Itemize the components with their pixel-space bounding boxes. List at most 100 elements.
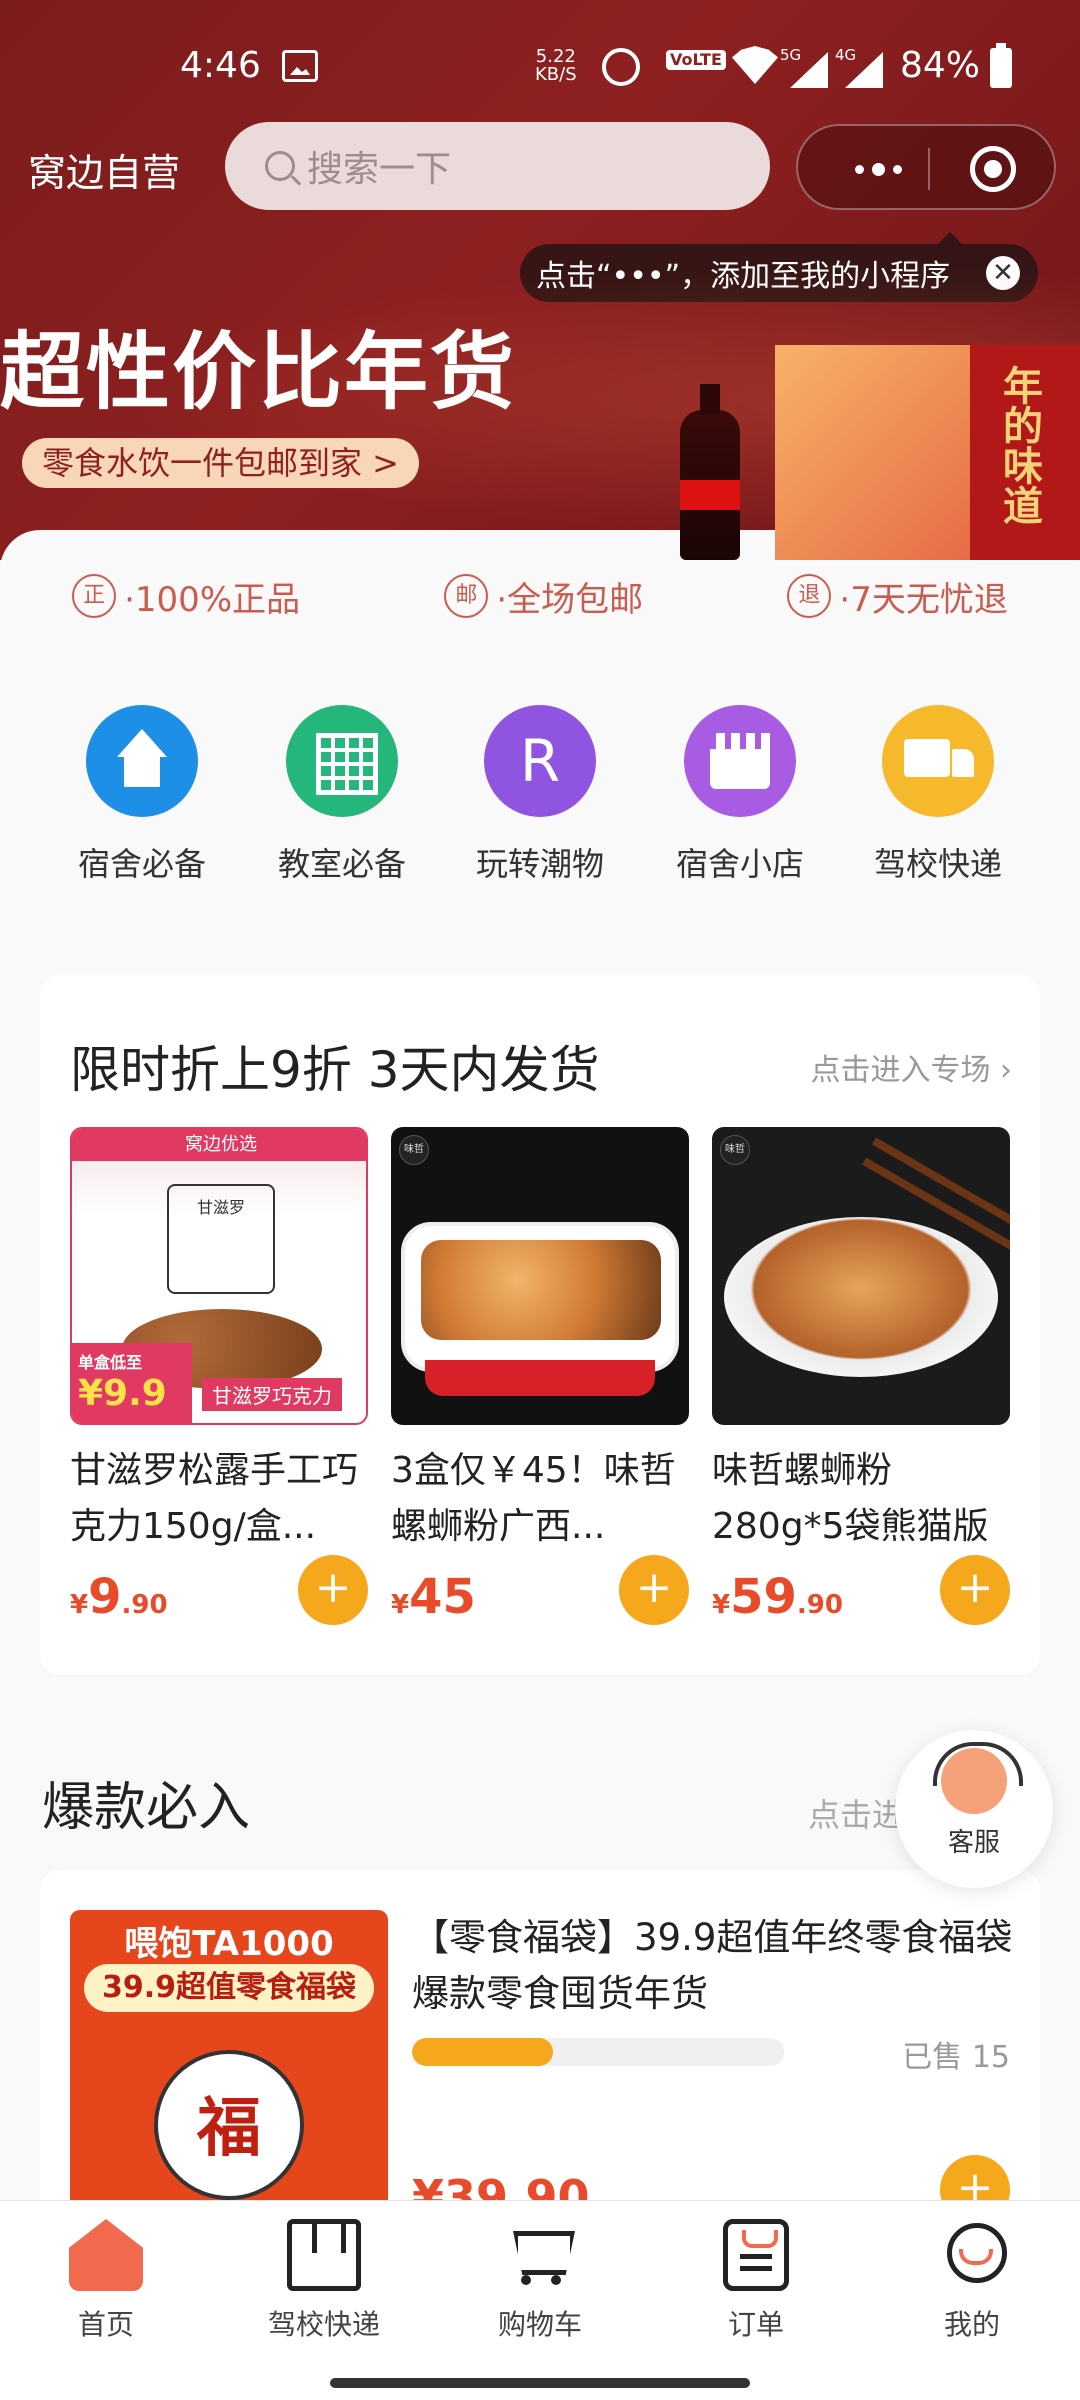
customer-service-label: 客服 bbox=[947, 1828, 1000, 1858]
image-subline: 39.9超值零食福袋 bbox=[84, 1964, 374, 2012]
tab-orders[interactable]: 订单 bbox=[656, 2219, 856, 2343]
net-speed-unit: KB/S bbox=[535, 64, 577, 85]
add-to-cart-button[interactable]: + bbox=[619, 1555, 689, 1625]
close-icon[interactable]: ✕ bbox=[986, 256, 1020, 290]
headset-avatar-icon bbox=[933, 1742, 1023, 1814]
flash-sale-more-link[interactable]: 点击进入专场 › bbox=[810, 1045, 1012, 1089]
sold-count: 已售 15 bbox=[902, 2040, 1010, 2075]
product-image: 窝边优选 甘滋罗 单盒低至 ¥9.9 甘滋罗巧克力 bbox=[70, 1127, 368, 1425]
net-speed: 5.22 KB/S bbox=[535, 48, 577, 84]
guarantee-free-shipping: 邮 ·全场包邮 bbox=[444, 572, 643, 621]
order-icon bbox=[723, 2219, 789, 2291]
tip-text: 点击“•••”，添加至我的小程序 bbox=[536, 259, 951, 294]
building-icon bbox=[286, 705, 398, 817]
category-trendy[interactable]: R 玩转潮物 bbox=[450, 705, 630, 885]
cart-icon bbox=[503, 2219, 577, 2291]
home-indicator[interactable] bbox=[330, 2378, 750, 2388]
signal-5g-label: 5G bbox=[780, 46, 802, 64]
category-label: 宿舍必备 bbox=[77, 845, 206, 883]
price-decimal: .90 bbox=[121, 1590, 168, 1620]
product-card[interactable]: 味哲 3盒仅￥45！味哲螺蛳粉广西... ¥45 + bbox=[391, 1127, 689, 1625]
tab-label: 订单 bbox=[727, 2308, 784, 2341]
tab-me[interactable]: 我的 bbox=[872, 2219, 1072, 2343]
guarantee-label: ·全场包邮 bbox=[496, 579, 644, 620]
house-icon bbox=[86, 705, 198, 817]
capsule-divider bbox=[928, 148, 930, 190]
home-icon bbox=[69, 2219, 143, 2291]
category-classroom-essentials[interactable]: 教室必备 bbox=[252, 705, 432, 885]
product-name: 味哲螺蛳粉280g*5袋熊猫版 普... bbox=[712, 1450, 989, 1547]
product-image-tag: 窝边优选 bbox=[72, 1129, 366, 1161]
currency-symbol: ¥ bbox=[712, 1590, 731, 1620]
r-icon: R bbox=[484, 705, 596, 817]
tab-label: 首页 bbox=[77, 2308, 134, 2341]
sales-progress-bar bbox=[412, 2038, 784, 2066]
gift-box-text: 年的味道 bbox=[996, 365, 1042, 525]
guarantee-authentic: 正 ·100%正品 bbox=[72, 572, 300, 621]
wifi-icon bbox=[732, 46, 778, 84]
tab-cart[interactable]: 购物车 bbox=[440, 2219, 640, 2343]
price-int: 45 bbox=[409, 1569, 476, 1625]
currency-symbol: ¥ bbox=[70, 1590, 89, 1620]
sales-progress-fill bbox=[412, 2038, 554, 2066]
image-headline: 喂饱TA1000 bbox=[124, 1924, 334, 1964]
chevron-right-icon: › bbox=[1000, 1053, 1012, 1088]
brand-logo: 味哲 bbox=[720, 1135, 750, 1165]
banner-title: 超性价比年货 bbox=[0, 323, 517, 421]
authentic-icon: 正 bbox=[72, 574, 117, 618]
category-dorm-shop[interactable]: 宿舍小店 bbox=[650, 705, 830, 885]
volte-icon: VoLTE bbox=[666, 50, 726, 70]
category-driving-school-express[interactable]: 驾校快递 bbox=[848, 705, 1028, 885]
tab-home[interactable]: 首页 bbox=[6, 2219, 206, 2343]
hot-product-card[interactable]: 喂饱TA1000 39.9超值零食福袋 福 【零食福袋】39.9超值年终零食福袋… bbox=[40, 1870, 1040, 2225]
noodle-tray-image bbox=[401, 1222, 679, 1396]
product-image: 味哲 bbox=[391, 1127, 689, 1425]
category-label: 教室必备 bbox=[277, 845, 406, 883]
category-dorm-essentials[interactable]: 宿舍必备 bbox=[52, 705, 232, 885]
banner-subtitle[interactable]: 零食水饮一件包邮到家 > bbox=[22, 438, 419, 488]
tab-driving-school-express[interactable]: 驾校快递 bbox=[224, 2219, 424, 2343]
alarm-icon bbox=[602, 48, 640, 86]
product-image-caption: 甘滋罗巧克力 bbox=[202, 1378, 342, 1411]
status-bar: 4:46 5.22 KB/S VoLTE 5G 4G 84% bbox=[0, 0, 1080, 130]
customer-service-button[interactable]: 客服 bbox=[895, 1730, 1053, 1888]
truck-icon bbox=[882, 705, 994, 817]
add-to-favorites-tip: 点击“•••”，添加至我的小程序 ✕ bbox=[520, 232, 1038, 302]
battery-icon bbox=[990, 43, 1012, 88]
add-to-cart-button[interactable]: + bbox=[298, 1555, 368, 1625]
product-card[interactable]: 味哲 味哲螺蛳粉280g*5袋熊猫版 普... ¥59.90 + bbox=[712, 1127, 1010, 1625]
price-int: 59 bbox=[730, 1569, 797, 1625]
shop-icon bbox=[684, 705, 796, 817]
category-label: 驾校快递 bbox=[873, 845, 1002, 883]
gallery-icon bbox=[282, 50, 318, 82]
price-decimal: .90 bbox=[796, 1590, 843, 1620]
price-badge-caption: 单盒低至 bbox=[78, 1353, 143, 1372]
noodle-bowl-image bbox=[724, 1217, 998, 1377]
close-miniprogram-icon[interactable] bbox=[970, 146, 1016, 192]
tab-label: 购物车 bbox=[497, 2308, 582, 2341]
add-to-cart-button[interactable]: + bbox=[940, 1555, 1010, 1625]
gift-box-image: 年的味道 bbox=[775, 345, 1080, 560]
category-grid: 宿舍必备 教室必备 R 玩转潮物 宿舍小店 驾校快递 bbox=[0, 705, 1080, 885]
guarantee-return: 退 ·7天无忧退 bbox=[787, 572, 1008, 621]
flash-sale-card: 限时折上9折 3天内发货 点击进入专场 › 窝边优选 甘滋罗 单盒低至 ¥9.9 … bbox=[40, 975, 1040, 1675]
search-placeholder: 搜索一下 bbox=[307, 149, 452, 190]
hero-banner[interactable]: 4:46 5.22 KB/S VoLTE 5G 4G 84% 窝边自营 搜索一下 … bbox=[0, 0, 1080, 560]
hot-section-more-link[interactable]: 点击进入 bbox=[808, 1790, 898, 1836]
miniprogram-capsule bbox=[796, 124, 1056, 210]
search-icon bbox=[265, 151, 295, 181]
flash-sale-more-label: 点击进入专场 bbox=[810, 1053, 991, 1088]
hot-section-title: 爆款必入 bbox=[42, 1778, 251, 1838]
cola-bottle-image bbox=[680, 384, 740, 560]
signal-4g-label: 4G bbox=[835, 46, 857, 64]
more-icon[interactable] bbox=[838, 146, 918, 192]
product-name: 【零食福袋】39.9超值年终零食福袋爆款零食囤货年货 bbox=[412, 1916, 1013, 2015]
product-card[interactable]: 窝边优选 甘滋罗 单盒低至 ¥9.9 甘滋罗巧克力 甘滋罗松露手工巧克力150g/… bbox=[70, 1127, 368, 1625]
gift-box-side: 年的味道 bbox=[970, 345, 1080, 560]
brand-logo: 甘滋罗 bbox=[167, 1184, 275, 1294]
flash-sale-title: 限时折上9折 3天内发货 bbox=[70, 1041, 600, 1099]
search-input[interactable]: 搜索一下 bbox=[225, 122, 770, 210]
product-image: 喂饱TA1000 39.9超值零食福袋 福 bbox=[70, 1910, 388, 2210]
tab-label: 我的 bbox=[943, 2308, 1000, 2341]
guarantee-strip: 正 ·100%正品 邮 ·全场包邮 退 ·7天无忧退 bbox=[0, 565, 1080, 627]
